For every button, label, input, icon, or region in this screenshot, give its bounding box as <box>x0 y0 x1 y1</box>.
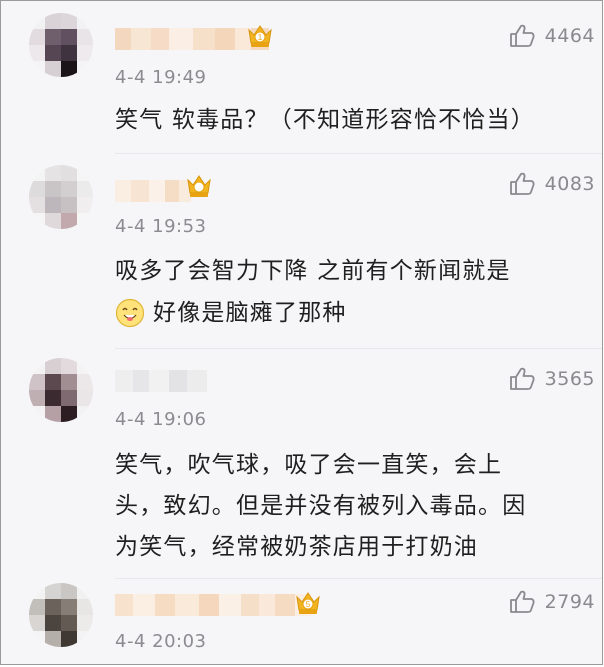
avatar[interactable] <box>29 165 93 229</box>
timestamp: 4-4 19:06 <box>115 409 207 430</box>
comment-list: 1 4464 4-4 19:49 笑气 软毒品？（不知道形容恰不恰当） 4083… <box>0 0 603 665</box>
crown-badge-icon: 1 <box>246 23 274 49</box>
avatar[interactable] <box>29 358 93 422</box>
like-button[interactable]: 4464 <box>509 24 595 48</box>
thumbs-up-icon <box>509 367 535 391</box>
like-button[interactable]: 4083 <box>509 172 595 196</box>
divider <box>115 153 602 154</box>
crown-badge-icon: 5 <box>294 590 322 616</box>
divider <box>115 578 602 579</box>
timestamp: 4-4 19:53 <box>115 216 207 237</box>
svg-text:1: 1 <box>258 33 263 42</box>
username[interactable] <box>115 594 311 616</box>
blurred-username <box>115 180 191 202</box>
comment-line: 为笑气，经常被奶茶店用于打奶油 <box>115 534 478 560</box>
comment-text: 笑气 软毒品？（不知道形容恰不恰当） <box>115 107 535 133</box>
comment-item: 1 4464 4-4 19:49 笑气 软毒品？（不知道形容恰不恰当） <box>1 1 602 153</box>
like-count: 4464 <box>544 25 595 47</box>
blurred-username <box>115 370 207 392</box>
like-count: 3565 <box>544 368 595 390</box>
like-count: 4083 <box>544 173 595 195</box>
comment-item: 4083 4-4 19:53 吸多了会智力下降 之前有个新闻就是 好像是脑瘫了那… <box>1 153 602 348</box>
blurred-username <box>115 594 311 616</box>
silly-face-emoji-icon <box>115 298 145 328</box>
divider <box>115 348 602 349</box>
timestamp: 4-4 20:03 <box>115 631 207 652</box>
thumbs-up-icon <box>509 172 535 196</box>
avatar[interactable] <box>29 583 93 647</box>
crown-badge-icon <box>185 173 213 199</box>
comment-text: 吸多了会智力下降 之前有个新闻就是 好像是脑瘫了那种 <box>115 252 583 332</box>
comment-line: 笑气，吹气球，吸了会一直笑，会上 <box>115 452 503 478</box>
thumbs-up-icon <box>509 24 535 48</box>
comment-text: 笑气，吹气球，吸了会一直笑，会上 头，致幻。但是并没有被列入毒品。因 为笑气，经… <box>115 445 583 568</box>
comment-line: 头，致幻。但是并没有被列入毒品。因 <box>115 493 527 519</box>
username[interactable] <box>115 180 191 202</box>
comment-line: 好像是脑瘫了那种 <box>115 294 583 332</box>
like-button[interactable]: 3565 <box>509 367 595 391</box>
comment-item: 3565 4-4 19:06 笑气，吹气球，吸了会一直笑，会上 头，致幻。但是并… <box>1 348 602 578</box>
username[interactable] <box>115 370 207 392</box>
like-count: 2794 <box>544 591 595 613</box>
svg-text:5: 5 <box>306 600 311 609</box>
comment-item: 5 2794 4-4 20:03 <box>1 578 602 664</box>
comment-line: 吸多了会智力下降 之前有个新闻就是 <box>115 258 511 284</box>
comment-line-text: 好像是脑瘫了那种 <box>153 300 347 326</box>
thumbs-up-icon <box>509 590 535 614</box>
timestamp: 4-4 19:49 <box>115 67 207 88</box>
avatar[interactable] <box>29 13 93 77</box>
like-button[interactable]: 2794 <box>509 590 595 614</box>
